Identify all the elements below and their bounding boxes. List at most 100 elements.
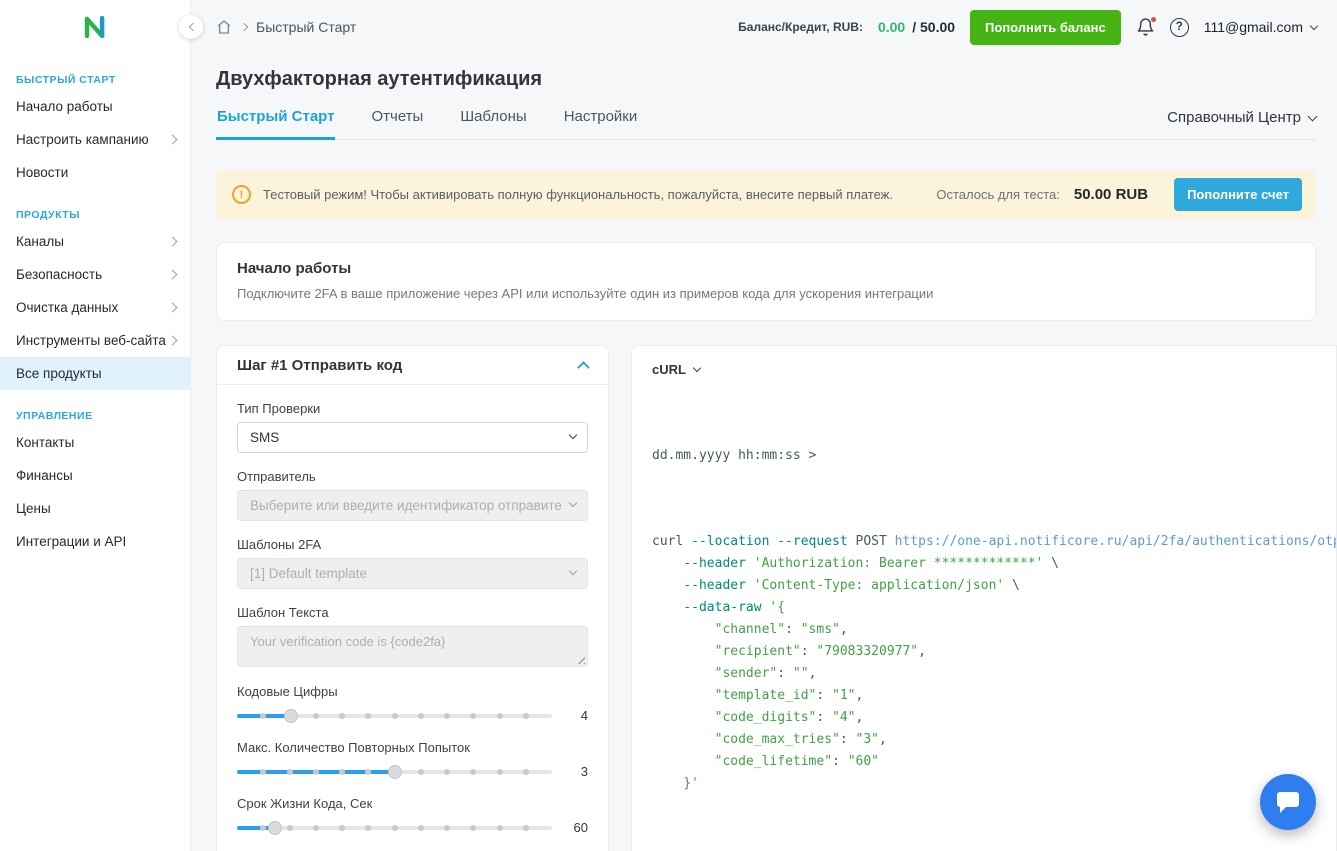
main-area: Быстрый Старт Баланс/Кредит, RUB: 0.00 /… xyxy=(191,0,1337,851)
breadcrumb-current[interactable]: Быстрый Старт xyxy=(256,19,356,35)
sidebar-item-getting-started[interactable]: Начало работы xyxy=(0,90,190,123)
sidebar-item-label: Интеграции и API xyxy=(16,534,126,549)
chevron-down-icon xyxy=(569,567,577,575)
templates-label: Шаблоны 2FA xyxy=(237,537,588,552)
chat-widget-button[interactable] xyxy=(1260,774,1316,830)
sidebar-item-website-tools[interactable]: Инструменты веб-сайта xyxy=(0,324,190,357)
help-icon: ? xyxy=(1170,18,1189,37)
brand-logo-icon xyxy=(79,11,111,43)
chevron-right-icon xyxy=(240,23,248,31)
sidebar-item-security[interactable]: Безопасность xyxy=(0,258,190,291)
code-block-wrap: dd.mm.yyyy hh:mm:ss > curl --location --… xyxy=(652,401,1336,839)
sidebar-item-channels[interactable]: Каналы xyxy=(0,225,190,258)
logo[interactable] xyxy=(0,0,190,54)
user-email: 111@gmail.com xyxy=(1204,19,1303,35)
code-lifetime-slider[interactable] xyxy=(237,820,552,835)
test-remaining-value: 50.00 RUB xyxy=(1074,186,1148,203)
chevron-down-icon xyxy=(693,364,701,372)
topbar: Быстрый Старт Баланс/Кредит, RUB: 0.00 /… xyxy=(191,0,1337,54)
sidebar-collapse-button[interactable] xyxy=(179,15,203,39)
verification-type-value: SMS xyxy=(250,430,279,445)
top-up-balance-button[interactable]: Пополнить баланс xyxy=(970,10,1121,45)
tab-reports[interactable]: Отчеты xyxy=(370,108,424,140)
code-digits-label: Кодовые Цифры xyxy=(237,684,588,699)
help-center-dropdown[interactable]: Справочный Центр xyxy=(1167,109,1316,139)
max-retries-label: Макс. Количество Повторных Попыток xyxy=(237,740,588,755)
code-block: curl --location --request POST https://o… xyxy=(652,531,1336,795)
chevron-right-icon xyxy=(168,270,178,280)
tabs-bar: Быстрый Старт Отчеты Шаблоны Настройки С… xyxy=(216,108,1316,140)
sidebar-item-label: Инструменты веб-сайта xyxy=(16,333,166,348)
sidebar-item-news[interactable]: Новости xyxy=(0,156,190,189)
sidebar-section-management: УПРАВЛЕНИЕ xyxy=(0,390,190,426)
max-retries-value: 3 xyxy=(566,764,588,779)
code-prompt: dd.mm.yyyy hh:mm:ss > xyxy=(652,445,1336,467)
sidebar-item-campaign-setup[interactable]: Настроить кампанию xyxy=(0,123,190,156)
max-retries-slider[interactable] xyxy=(237,764,552,779)
sender-label: Отправитель xyxy=(237,469,588,484)
sidebar-item-label: Настроить кампанию xyxy=(16,132,149,147)
verification-type-label: Тип Проверки xyxy=(237,401,588,416)
test-mode-alert: ! Тестовый режим! Чтобы активировать пол… xyxy=(216,170,1316,219)
page-content: Двухфакторная аутентификация Быстрый Ста… xyxy=(191,54,1337,851)
templates-value: [1] Default template xyxy=(250,566,367,581)
help-button[interactable]: ? xyxy=(1170,18,1189,37)
resize-handle-icon[interactable] xyxy=(575,654,585,664)
sidebar-item-label: Новости xyxy=(16,165,68,180)
sidebar-item-prices[interactable]: Цены xyxy=(0,492,190,525)
home-icon[interactable] xyxy=(216,19,232,35)
app-root: БЫСТРЫЙ СТАРТ Начало работы Настроить ка… xyxy=(0,0,1337,851)
chevron-right-icon xyxy=(168,237,178,247)
sidebar-item-label: Финансы xyxy=(16,468,73,483)
tab-settings[interactable]: Настройки xyxy=(563,108,639,140)
tabs: Быстрый Старт Отчеты Шаблоны Настройки xyxy=(216,108,638,139)
verification-type-select[interactable]: SMS xyxy=(237,422,588,453)
user-menu[interactable]: 111@gmail.com xyxy=(1204,19,1317,35)
sidebar-item-label: Безопасность xyxy=(16,267,102,282)
chevron-left-icon xyxy=(188,23,196,31)
sidebar-item-data-cleaning[interactable]: Очистка данных xyxy=(0,291,190,324)
sidebar-item-label: Все продукты xyxy=(16,366,102,381)
sidebar-item-integrations-api[interactable]: Интеграции и API xyxy=(0,525,190,558)
sidebar-section-products: ПРОДУКТЫ xyxy=(0,189,190,225)
chevron-right-icon xyxy=(168,303,178,313)
topbar-right: Баланс/Кредит, RUB: 0.00 / 50.00 Пополни… xyxy=(738,10,1317,45)
notifications-button[interactable] xyxy=(1136,17,1155,37)
code-language-dropdown[interactable]: cURL xyxy=(652,362,1336,377)
sidebar-item-all-products[interactable]: Все продукты xyxy=(0,357,190,390)
sidebar-item-label: Начало работы xyxy=(16,99,113,114)
intro-subtitle: Подключите 2FA в ваше приложение через A… xyxy=(237,286,1295,301)
columns: Шаг #1 Отправить код Тип Проверки SMS От… xyxy=(216,345,1316,851)
template-text-textarea[interactable]: Your verification code is {code2fa} xyxy=(237,626,588,667)
step1-collapse-header[interactable]: Шаг #1 Отправить код xyxy=(217,346,608,385)
sender-select[interactable]: Выберите или введите идентификатор отпра… xyxy=(237,490,588,521)
code-sample-card: cURL dd.mm.yyyy hh:mm:ss > curl --locati… xyxy=(631,345,1337,851)
template-text-value: Your verification code is {code2fa} xyxy=(250,634,445,649)
chevron-right-icon xyxy=(168,135,178,145)
intro-card: Начало работы Подключите 2FA в ваше прил… xyxy=(216,242,1316,321)
alert-text: Тестовый режим! Чтобы активировать полну… xyxy=(263,187,924,202)
tab-quick-start[interactable]: Быстрый Старт xyxy=(216,108,335,140)
balance-value: 0.00 xyxy=(878,19,905,35)
balance-label: Баланс/Кредит, RUB: xyxy=(738,20,863,34)
chevron-down-icon xyxy=(569,499,577,507)
help-center-label: Справочный Центр xyxy=(1167,109,1301,126)
notification-dot xyxy=(1151,17,1156,22)
code-language-label: cURL xyxy=(652,362,686,377)
chevron-down-icon xyxy=(569,431,577,439)
code-digits-value: 4 xyxy=(566,708,588,723)
chevron-down-icon xyxy=(1310,21,1318,29)
tab-templates[interactable]: Шаблоны xyxy=(459,108,527,140)
sidebar-section-quick-start: БЫСТРЫЙ СТАРТ xyxy=(0,54,190,90)
code-digits-slider[interactable] xyxy=(237,708,552,723)
sidebar-item-label: Контакты xyxy=(16,435,74,450)
sidebar-item-contacts[interactable]: Контакты xyxy=(0,426,190,459)
chevron-down-icon xyxy=(1308,111,1318,121)
chat-bubble-icon xyxy=(1275,790,1301,815)
sidebar-item-finance[interactable]: Финансы xyxy=(0,459,190,492)
sidebar-item-label: Каналы xyxy=(16,234,64,249)
templates-select[interactable]: [1] Default template xyxy=(237,558,588,589)
top-up-account-button[interactable]: Пополните счет xyxy=(1174,178,1302,211)
template-text-label: Шаблон Текста xyxy=(237,605,588,620)
warning-icon: ! xyxy=(232,185,251,204)
